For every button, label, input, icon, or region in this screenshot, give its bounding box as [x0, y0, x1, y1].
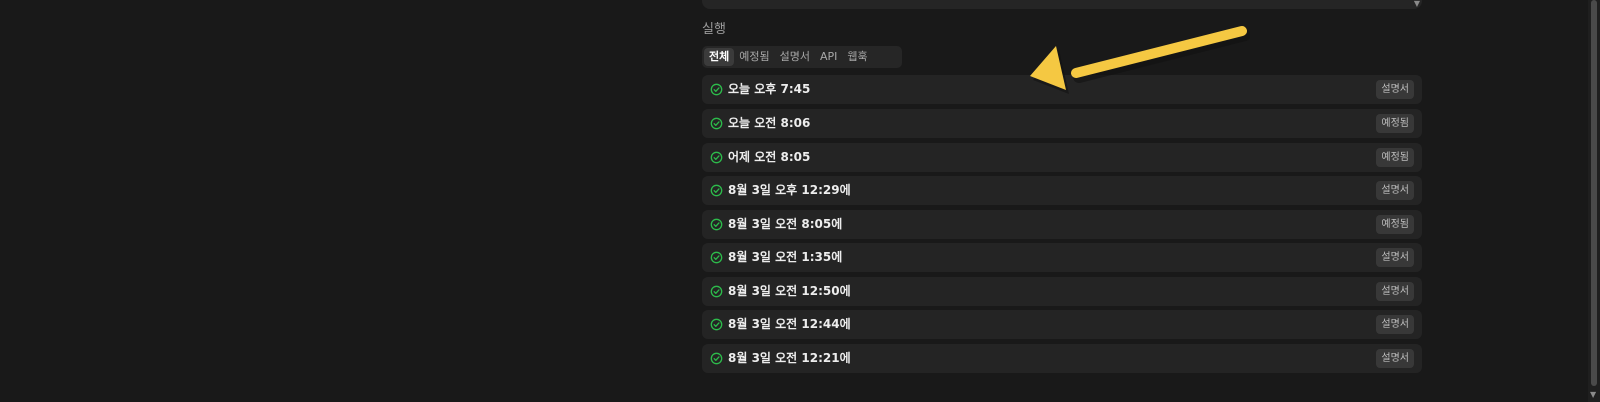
- runs-section-title: 실행: [702, 22, 726, 37]
- run-time: 오늘 오후 7:45: [728, 82, 811, 96]
- run-row[interactable]: 8월 3일 오전 8:05에 예정됨: [702, 210, 1422, 239]
- run-trigger-badge: 설명서: [1376, 248, 1414, 267]
- check-circle-icon: [710, 318, 723, 331]
- run-filter-tabs: 전체 예정됨 설명서 API 웹훅: [702, 46, 902, 68]
- run-row[interactable]: 어제 오전 8:05 예정됨: [702, 143, 1422, 172]
- run-trigger-badge: 설명서: [1376, 80, 1414, 99]
- check-circle-icon: [710, 117, 723, 130]
- run-time: 오늘 오전 8:06: [728, 116, 811, 130]
- scrollbar-thumb[interactable]: [1591, 0, 1597, 386]
- run-time: 8월 3일 오전 1:35에: [728, 250, 843, 264]
- run-trigger-badge: 설명서: [1376, 282, 1414, 301]
- run-trigger-badge: 설명서: [1376, 181, 1414, 200]
- run-trigger-badge: 설명서: [1376, 349, 1414, 368]
- run-row[interactable]: 8월 3일 오전 1:35에 설명서: [702, 243, 1422, 272]
- tab-all[interactable]: 전체: [704, 48, 735, 66]
- check-circle-icon: [710, 285, 723, 298]
- scroll-down-icon[interactable]: ▼: [1414, 0, 1420, 9]
- tab-scheduled[interactable]: 예정됨: [734, 48, 774, 66]
- run-trigger-badge: 예정됨: [1376, 114, 1414, 133]
- tab-webhook[interactable]: 웹훅: [842, 48, 872, 66]
- run-time: 8월 3일 오전 12:50에: [728, 284, 851, 298]
- tab-manual[interactable]: 설명서: [775, 48, 815, 66]
- run-time: 8월 3일 오전 8:05에: [728, 217, 843, 231]
- run-time: 8월 3일 오후 12:29에: [728, 183, 851, 197]
- tab-api[interactable]: API: [815, 48, 842, 66]
- scroll-down-arrow-icon[interactable]: ▼: [1590, 390, 1596, 400]
- run-time: 8월 3일 오전 12:21에: [728, 351, 851, 365]
- run-time: 어제 오전 8:05: [728, 150, 811, 164]
- run-trigger-badge: 예정됨: [1376, 148, 1414, 167]
- check-circle-icon: [710, 184, 723, 197]
- run-row[interactable]: 8월 3일 오전 12:44에 설명서: [702, 310, 1422, 339]
- run-row[interactable]: 8월 3일 오후 12:29에 설명서: [702, 176, 1422, 205]
- run-trigger-badge: 설명서: [1376, 315, 1414, 334]
- check-circle-icon: [710, 352, 723, 365]
- check-circle-icon: [710, 218, 723, 231]
- check-circle-icon: [710, 151, 723, 164]
- run-time: 8월 3일 오전 12:44에: [728, 317, 851, 331]
- run-row[interactable]: 8월 3일 오전 12:21에 설명서: [702, 344, 1422, 373]
- previous-panel-edge: ▼: [702, 0, 1422, 9]
- run-row[interactable]: 8월 3일 오전 12:50에 설명서: [702, 277, 1422, 306]
- page-scrollbar[interactable]: ▼: [1588, 0, 1600, 402]
- annotation-arrow-icon: [1030, 26, 1250, 94]
- run-row[interactable]: 오늘 오전 8:06 예정됨: [702, 109, 1422, 138]
- run-trigger-badge: 예정됨: [1376, 215, 1414, 234]
- check-circle-icon: [710, 251, 723, 264]
- check-circle-icon: [710, 83, 723, 96]
